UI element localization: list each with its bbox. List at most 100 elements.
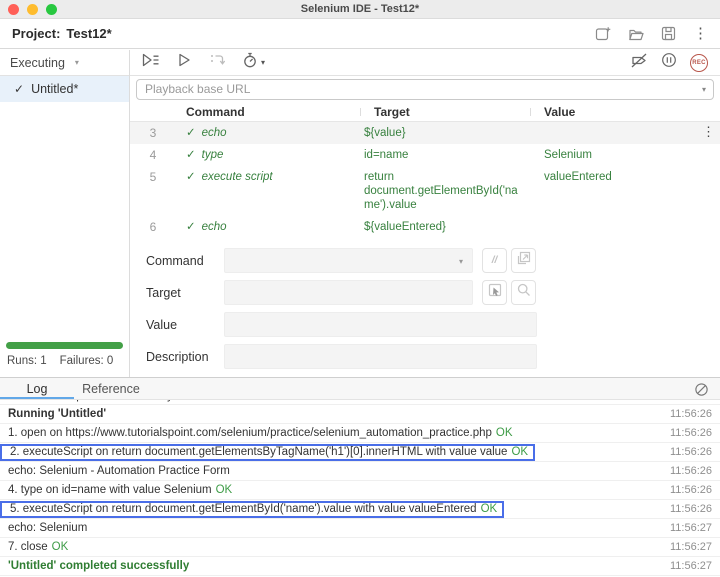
log-entry: 4. type on id=name with value Selenium O… [0, 481, 720, 500]
log-timestamp: 11:56:27 [669, 560, 712, 572]
value-column-header: Value [530, 105, 720, 119]
clear-log-button[interactable] [694, 382, 709, 402]
log-timestamp: 11:56:27 [669, 522, 712, 534]
command-column-header: Command [186, 104, 245, 119]
record-button[interactable]: REC [690, 53, 708, 72]
command-row[interactable]: 6 ✓ echo ${valueEntered} ⋮ [130, 216, 720, 235]
ok-status-badge: OK [480, 503, 498, 515]
command-target: ${value} [364, 127, 406, 139]
log-message: 4. type on id=name with value Selenium [8, 484, 212, 496]
log-timestamp: 11:56:26 [669, 465, 712, 477]
log-timestamp: 11:56:26 [669, 446, 712, 458]
run-all-tests-button[interactable] [142, 53, 160, 72]
pause-on-exceptions-button[interactable] [661, 52, 677, 73]
select-target-button[interactable] [482, 280, 507, 305]
log-entry: 7. close OK 11:56:27 [0, 538, 720, 557]
ok-status-badge: OK [215, 484, 233, 496]
command-row[interactable]: 3 ✓ echo ${value} ⋮ [130, 122, 720, 144]
search-icon [516, 282, 532, 303]
log-entry: 'Untitled' completed successfully OK 11:… [0, 557, 720, 576]
row-number: 5 [149, 170, 157, 184]
test-speed-button[interactable]: ▾ [243, 52, 265, 73]
command-select[interactable]: ▾ [224, 248, 473, 273]
chevron-down-icon: ▾ [74, 58, 79, 67]
log-message: echo: Selenium [8, 522, 88, 534]
tests-sidebar: Executing ▾ ✓ Untitled* Runs: 1 Failures… [0, 50, 130, 377]
toggle-comment-button[interactable]: // [482, 248, 507, 273]
command-name: echo [201, 127, 227, 139]
stopwatch-icon [243, 52, 257, 73]
command-value: Selenium [544, 149, 592, 161]
command-row[interactable]: 5 ✓ execute script return document.getEl… [130, 166, 720, 216]
command-form: Command ▾ // Target Value Description [130, 235, 720, 376]
check-icon: ✓ [186, 149, 196, 161]
command-target: return document.getElementById('name').v… [364, 171, 518, 211]
command-target: ${valueEntered} [364, 221, 446, 233]
playback-url-row: ▾ [130, 76, 720, 102]
select-element-icon [487, 282, 503, 303]
tab-reference[interactable]: Reference [74, 378, 148, 399]
run-all-icon [142, 53, 160, 72]
ok-status-badge: OK [495, 427, 513, 439]
ok-status-badge: OK [511, 446, 529, 458]
log-message: 5. executeScript on return document.getE… [10, 503, 477, 515]
play-icon [178, 53, 191, 72]
commands-table-header: Command Target Value [130, 102, 720, 122]
target-column-header: Target [360, 105, 534, 119]
disable-breakpoints-button[interactable] [630, 53, 648, 73]
new-project-button[interactable] [595, 26, 611, 41]
project-bar: Project: Test12* ⋮ [0, 19, 720, 49]
tab-log[interactable]: Log [0, 378, 74, 399]
circle-slash-icon [694, 383, 709, 401]
target-input[interactable] [224, 280, 473, 305]
check-icon: ✓ [14, 82, 25, 96]
log-message: 'Untitled' completed successfully [8, 400, 173, 402]
row-number: 6 [149, 220, 157, 234]
disable-breakpoints-icon [630, 53, 648, 73]
folder-icon [628, 27, 644, 41]
log-timestamp: 11:56:27 [669, 541, 712, 553]
row-number: 4 [149, 148, 157, 162]
log-message: Running 'Untitled' [8, 408, 107, 420]
failures-count: Failures: 0 [59, 355, 114, 367]
log-timestamp: 11:56:26 [669, 503, 712, 515]
log-entry: echo: Selenium - Automation Practice For… [0, 462, 720, 481]
value-field-label: Value [146, 317, 178, 332]
main-content: ▾ REC Playback base URL ▾ Command Target… [130, 50, 720, 377]
log-timestamp: 11:56:26 [669, 408, 712, 420]
zoom-window-button[interactable] [46, 4, 57, 15]
log-tab-bar: Log Reference [0, 378, 720, 400]
row-menu-button[interactable]: ⋮ [702, 125, 715, 139]
chevron-down-icon: ▾ [261, 58, 266, 67]
log-panel: Log Reference 'Untitled' completed succe… [0, 377, 720, 577]
command-row[interactable]: 4 ✓ type id=name Selenium ⋮ [130, 144, 720, 166]
description-input[interactable] [224, 344, 537, 369]
playback-base-url-input[interactable] [136, 78, 714, 100]
log-list: 'Untitled' completed successfully OK Run… [0, 400, 720, 577]
step-over-button[interactable] [209, 53, 226, 72]
command-name: echo [201, 221, 227, 233]
find-target-button[interactable] [511, 280, 536, 305]
open-new-window-button[interactable] [511, 248, 536, 273]
project-name: Test12* [66, 26, 112, 41]
open-project-button[interactable] [628, 27, 644, 41]
close-window-button[interactable] [8, 4, 19, 15]
pause-icon [661, 52, 677, 73]
log-entry: Running 'Untitled' OK 11:56:26 [0, 405, 720, 424]
save-project-button[interactable] [661, 26, 676, 41]
check-icon: ✓ [186, 221, 196, 233]
comment-icon: // [491, 255, 498, 266]
target-field-label: Target [146, 285, 181, 300]
tests-dropdown[interactable]: Executing ▾ [0, 50, 129, 76]
log-message: echo: Selenium - Automation Practice For… [8, 465, 230, 477]
sidebar-item-untitled[interactable]: ✓ Untitled* [0, 76, 129, 102]
run-current-test-button[interactable] [178, 53, 191, 72]
traffic-lights [8, 4, 57, 15]
more-options-button[interactable]: ⋮ [693, 26, 708, 41]
check-icon: ✓ [186, 127, 196, 139]
minimize-window-button[interactable] [27, 4, 38, 15]
window-titlebar: Selenium IDE - Test12* [0, 0, 720, 19]
log-entry: echo: Selenium OK 11:56:27 [0, 519, 720, 538]
value-input[interactable] [224, 312, 537, 337]
test-name: Untitled* [31, 82, 79, 96]
